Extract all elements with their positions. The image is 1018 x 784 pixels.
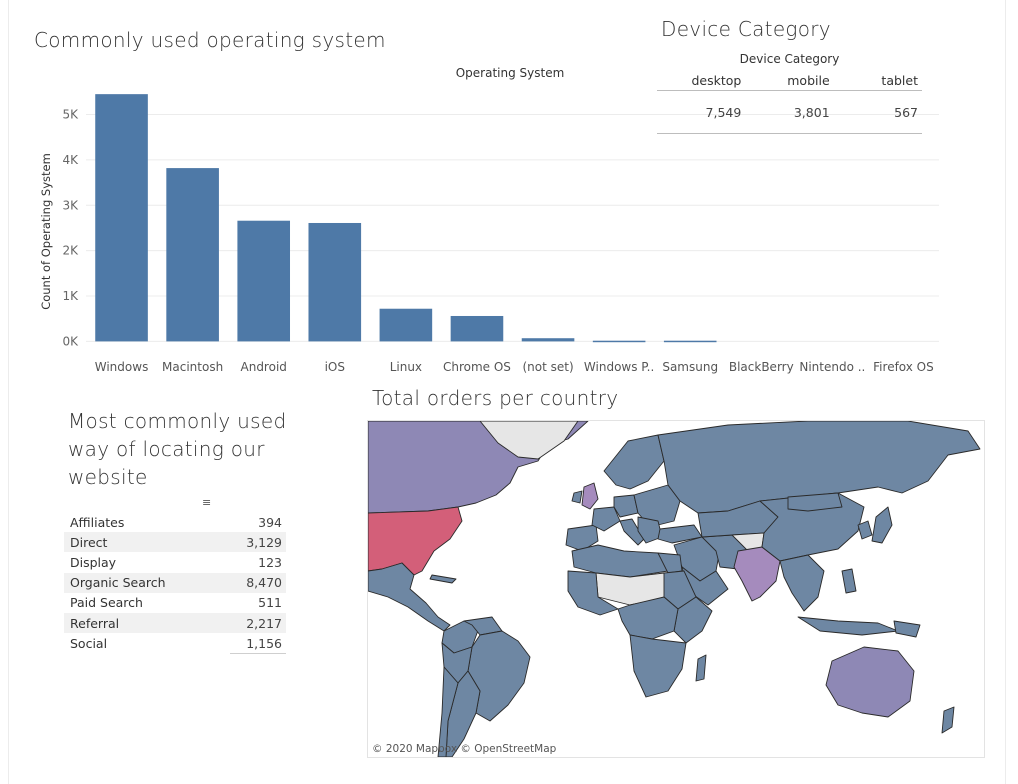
y-tick-label: 5K [62, 108, 79, 122]
channel-title: Most commonly used way of locating our w… [68, 409, 287, 489]
x-tick-label: Windows P.. [584, 360, 654, 374]
map-mexico[interactable] [368, 562, 451, 632]
y-tick-label: 2K [62, 244, 79, 258]
table-divider [230, 653, 286, 655]
map-australia[interactable] [825, 646, 915, 718]
channel-rows: Affiliates 394 Direct 3,129 Display 123 Organi… [64, 512, 286, 653]
map-scandinavia[interactable] [603, 434, 665, 490]
channel-value: 2,217 [246, 615, 282, 631]
map-usa[interactable] [368, 506, 463, 576]
bar[interactable] [308, 222, 362, 342]
map-uk[interactable] [581, 482, 599, 510]
channel-table[interactable]: ≡ Affiliates 394 Direct 3,129 Display 123 Orga… [64, 494, 286, 655]
channel-value: 511 [258, 595, 282, 611]
map-new-zealand[interactable] [941, 706, 955, 734]
map-png[interactable] [893, 620, 921, 638]
y-tick-label: 0K [62, 334, 79, 348]
os-chart-title: Commonly used operating system [34, 28, 386, 52]
bar[interactable] [450, 315, 504, 342]
device-column-headers: desktop mobile tablet [657, 70, 922, 91]
bar[interactable] [237, 220, 291, 342]
x-tick-label: Windows [95, 360, 149, 374]
channel-label: Affiliates [70, 514, 125, 530]
device-value-desktop: 7,549 [705, 104, 742, 120]
device-col-desktop: desktop [691, 72, 742, 88]
device-col-mobile: mobile [787, 72, 830, 88]
sort-icon[interactable]: ≡ [64, 494, 286, 512]
world-map-svg[interactable] [368, 421, 984, 757]
channel-value: 8,470 [246, 575, 282, 591]
y-tick-label: 4K [62, 153, 79, 167]
bar[interactable] [166, 168, 219, 342]
channel-label: Referral [70, 615, 120, 631]
bar[interactable] [379, 308, 433, 342]
x-tick-label: Chrome OS [443, 360, 511, 374]
device-table-header: Device Category [739, 52, 840, 66]
x-tick-label: Linux [390, 360, 422, 374]
map-indonesia[interactable] [797, 616, 899, 636]
channel-label: Organic Search [70, 575, 166, 591]
map-attribution: © 2020 Mapbox © OpenStreetMap [372, 743, 557, 755]
channel-row[interactable]: Referral 2,217 [64, 612, 286, 634]
bar[interactable] [95, 94, 148, 342]
channel-value: 1,156 [246, 635, 282, 651]
channel-row[interactable]: Direct 3,129 [64, 532, 286, 553]
channel-row[interactable]: Social 1,156 [64, 633, 286, 653]
x-tick-label: Android [241, 360, 287, 374]
channel-label: Direct [70, 534, 108, 550]
device-value-mobile: 3,801 [793, 104, 830, 120]
channel-label: Social [70, 635, 108, 651]
map-philippines[interactable] [841, 568, 857, 594]
bar[interactable] [521, 338, 575, 342]
channel-value: 123 [258, 554, 282, 570]
channel-value: 3,129 [246, 534, 282, 550]
x-tick-label: BlackBerry [729, 360, 794, 374]
channel-row[interactable]: Affiliates 394 [64, 512, 286, 532]
device-values-row[interactable]: 7,549 3,801 567 [657, 91, 922, 134]
device-col-tablet: tablet [881, 72, 918, 88]
map-korea[interactable] [857, 520, 873, 540]
y-tick-label: 1K [62, 289, 79, 303]
device-value-tablet: 567 [894, 104, 918, 120]
device-category-table[interactable]: Device Category desktop mobile tablet 7,… [657, 52, 922, 134]
channel-value: 394 [258, 514, 282, 530]
x-tick-label: Macintosh [162, 360, 223, 374]
map-southern-africa[interactable] [629, 634, 687, 698]
map-title: Total orders per country [372, 386, 619, 410]
device-title: Device Category [661, 17, 831, 41]
world-map[interactable]: © 2020 Mapbox © OpenStreetMap [367, 420, 985, 758]
channel-row[interactable]: Organic Search 8,470 [64, 572, 286, 593]
channel-row[interactable]: Display 123 [64, 552, 286, 572]
y-tick-label: 3K [62, 198, 79, 212]
channel-label: Display [70, 554, 117, 570]
x-tick-label: (not set) [522, 360, 573, 374]
map-madagascar[interactable] [695, 654, 707, 682]
map-japan[interactable] [871, 506, 893, 544]
x-tick-label: Samsung [662, 360, 718, 374]
x-tick-label: Firefox OS [873, 360, 934, 374]
bar[interactable] [592, 340, 646, 343]
x-axis-title: Operating System [456, 66, 565, 80]
x-tick-label: Nintendo .. [799, 360, 865, 374]
channel-row[interactable]: Paid Search 511 [64, 593, 286, 613]
map-cuba[interactable] [429, 574, 457, 584]
x-tick-label: iOS [325, 360, 345, 374]
channel-label: Paid Search [70, 595, 143, 611]
bar[interactable] [663, 340, 717, 343]
map-ireland[interactable] [571, 490, 583, 504]
map-se-asia[interactable] [779, 554, 825, 612]
y-axis-title: Count of Operating System [39, 153, 53, 310]
